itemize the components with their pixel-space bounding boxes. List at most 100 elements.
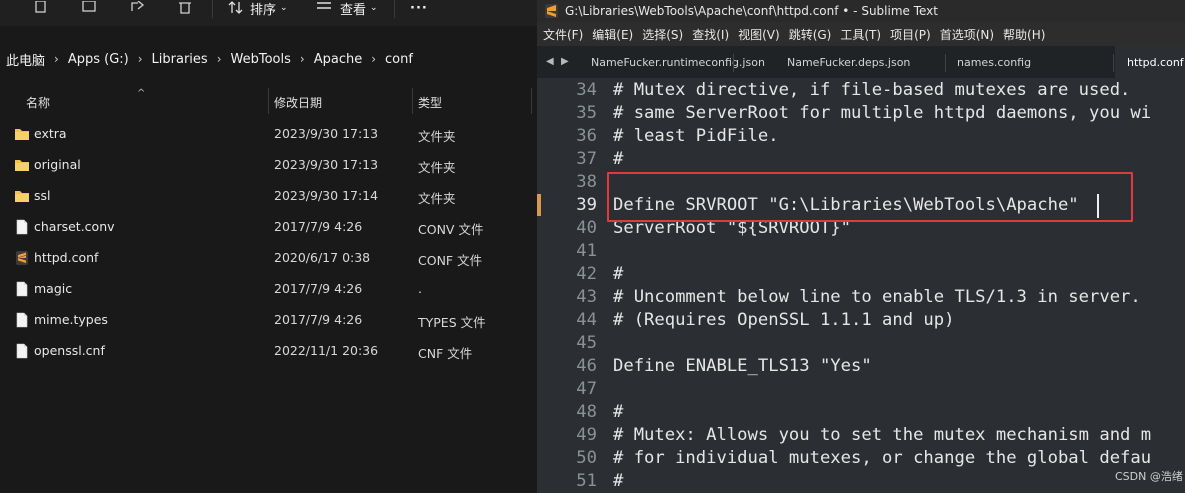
tab-names-config[interactable]: names.config xyxy=(951,46,1101,78)
tab-scroll-left-icon[interactable]: ◀ xyxy=(546,56,554,67)
menu-item[interactable]: 项目(P) xyxy=(890,26,931,43)
line-number: 40 xyxy=(576,218,597,238)
line-number: 47 xyxy=(576,379,597,399)
file-icon xyxy=(14,219,30,235)
column-divider[interactable] xyxy=(412,88,413,114)
code-line[interactable]: # least PidFile. xyxy=(613,126,779,146)
menu-item[interactable]: 选择(S) xyxy=(642,26,683,43)
sublime-text-icon xyxy=(545,4,558,18)
sort-icon xyxy=(228,1,243,14)
code-line[interactable]: # for individual mutexes, or change the … xyxy=(613,448,1151,468)
line-number: 35 xyxy=(576,103,597,123)
file-name: magic xyxy=(34,281,73,296)
file-modified: 2017/7/9 4:26 xyxy=(274,312,363,327)
file-modified: 2023/9/30 17:14 xyxy=(274,188,379,203)
folder-icon xyxy=(14,157,30,173)
file-name: httpd.conf xyxy=(34,250,99,265)
file-type: CONV 文件 xyxy=(418,222,484,237)
view-icon xyxy=(317,2,331,9)
file-row[interactable]: magic 2017/7/9 4:26. xyxy=(0,273,537,304)
file-type: 文件夹 xyxy=(418,160,456,175)
file-explorer-window: 排序 ⌄ 查看 ⌄ ··· 此电脑 › Apps (G:) › Librarie… xyxy=(0,0,537,493)
chevron-right-icon: › xyxy=(54,52,59,66)
file-row[interactable]: mime.types 2017/7/9 4:26 TYPES 文件 xyxy=(0,304,537,335)
view-button[interactable]: 查看 ⌄ xyxy=(316,0,378,18)
breadcrumb-item-conf[interactable]: conf xyxy=(385,52,413,67)
folder-icon xyxy=(14,188,30,204)
column-divider[interactable] xyxy=(268,88,269,114)
code-line[interactable]: # xyxy=(613,471,623,491)
code-line[interactable]: Define ENABLE_TLS13 "Yes" xyxy=(613,356,872,376)
toolbar-divider xyxy=(394,0,395,18)
tab-deps-json[interactable]: NameFucker.deps.json xyxy=(739,46,939,78)
menu-item[interactable]: 帮助(H) xyxy=(1003,26,1045,43)
menu-item[interactable]: 视图(V) xyxy=(738,26,780,43)
code-line[interactable]: # xyxy=(613,402,623,422)
delete-icon[interactable] xyxy=(178,0,192,16)
watermark: CSDN @浩绪 xyxy=(1115,470,1183,483)
breadcrumb-item-webtools[interactable]: WebTools xyxy=(231,52,291,67)
more-options-button[interactable]: ··· xyxy=(410,0,428,16)
column-header-modified[interactable]: 修改日期 xyxy=(274,94,322,111)
code-line[interactable]: # xyxy=(613,264,623,284)
file-type: 文件夹 xyxy=(418,191,456,206)
code-line[interactable]: # (Requires OpenSSL 1.1.1 and up) xyxy=(613,310,954,330)
file-row[interactable]: ssl 2023/9/30 17:14 文件夹 xyxy=(0,180,537,211)
code-line[interactable]: # Uncomment below line to enable TLS/1.3… xyxy=(613,287,1141,307)
tab-httpd-conf[interactable]: httpd.conf xyxy=(1115,46,1185,78)
code-editor[interactable]: 34 # Mutex directive, if file-based mutex… xyxy=(537,78,1185,493)
code-line[interactable]: # xyxy=(613,149,623,169)
line-number: 46 xyxy=(576,356,597,376)
breadcrumb[interactable]: 此电脑 › Apps (G:) › Libraries › WebTools ›… xyxy=(0,44,537,74)
file-row[interactable]: openssl.cnf 2022/11/1 20:36 CNF 文件 xyxy=(0,335,537,366)
line-number: 51 xyxy=(576,471,597,491)
column-header-type[interactable]: 类型 xyxy=(418,94,442,111)
sort-button[interactable]: 排序 ⌄ xyxy=(228,0,288,18)
chevron-right-icon: › xyxy=(216,52,222,66)
menu-item[interactable]: 文件(F) xyxy=(543,26,583,43)
menu-item[interactable]: 编辑(E) xyxy=(592,26,633,43)
breadcrumb-item-this-pc[interactable]: 此电脑 xyxy=(6,50,45,69)
copy-icon[interactable] xyxy=(34,0,48,16)
line-number: 42 xyxy=(576,264,597,284)
file-row[interactable]: original 2023/9/30 17:13 文件夹 xyxy=(0,149,537,180)
breadcrumb-item-drive[interactable]: Apps (G:) xyxy=(68,52,129,67)
file-row[interactable]: httpd.conf 2020/6/17 0:38 CONF 文件 xyxy=(0,242,537,273)
tab-divider xyxy=(733,54,734,72)
line-number: 45 xyxy=(576,333,597,353)
line-number: 44 xyxy=(576,310,597,330)
tab-label: names.config xyxy=(957,55,1032,69)
view-label: 查看 xyxy=(340,2,367,18)
file-row[interactable]: charset.conv 2017/7/9 4:26 CONV 文件 xyxy=(0,211,537,242)
explorer-toolbar: 排序 ⌄ 查看 ⌄ ··· xyxy=(0,0,537,26)
line-number: 38 xyxy=(576,172,597,192)
tab-runtimeconfig[interactable]: NameFucker.runtimeconfig.json xyxy=(585,46,765,78)
file-modified: 2023/9/30 17:13 xyxy=(274,157,379,172)
line-number: 43 xyxy=(576,287,597,307)
code-line[interactable]: # same ServerRoot for multiple httpd dae… xyxy=(613,103,1151,123)
column-divider[interactable] xyxy=(531,88,532,114)
menu-item[interactable]: 查找(I) xyxy=(692,26,729,43)
column-header-name[interactable]: 名称 xyxy=(26,94,50,111)
menu-item[interactable]: 工具(T) xyxy=(840,26,881,43)
menu-item[interactable]: 跳转(G) xyxy=(789,26,832,43)
breadcrumb-item-apache[interactable]: Apache xyxy=(314,52,363,67)
file-name: extra xyxy=(34,126,67,141)
file-row[interactable]: extra 2023/9/30 17:13 文件夹 xyxy=(0,118,537,149)
line-number: 37 xyxy=(576,149,597,169)
tab-label: NameFucker.deps.json xyxy=(787,55,911,69)
menu-item[interactable]: 首选项(N) xyxy=(940,26,994,43)
breadcrumb-item-libraries[interactable]: Libraries xyxy=(152,52,208,67)
rename-icon[interactable] xyxy=(82,0,98,16)
tab-scroll-right-icon[interactable]: ▶ xyxy=(561,56,569,67)
tab-divider xyxy=(1113,54,1114,72)
chevron-right-icon: › xyxy=(299,52,305,66)
code-line[interactable]: # Mutex directive, if file-based mutexes… xyxy=(613,80,1130,100)
code-line[interactable]: # Mutex: Allows you to set the mutex mec… xyxy=(613,425,1151,445)
chevron-down-icon: ⌄ xyxy=(370,3,378,13)
file-name: mime.types xyxy=(34,312,108,327)
window-title: G:\Libraries\WebTools\Apache\conf\httpd.… xyxy=(565,4,938,18)
file-modified: 2017/7/9 4:26 xyxy=(274,219,363,234)
file-name: ssl xyxy=(34,188,51,203)
share-icon[interactable] xyxy=(130,0,146,16)
